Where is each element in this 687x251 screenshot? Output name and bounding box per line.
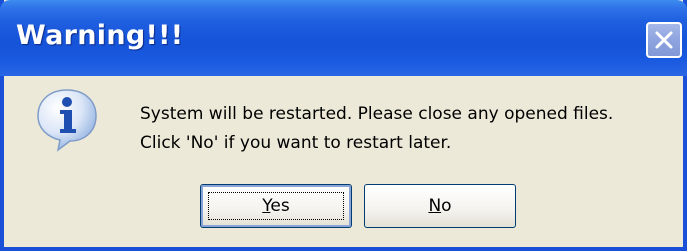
dialog-title: Warning!!!: [16, 20, 184, 51]
dialog-message: System will be restarted. Please close a…: [140, 100, 613, 158]
no-button[interactable]: No: [364, 184, 516, 228]
close-button[interactable]: [646, 22, 682, 58]
no-button-label: No: [428, 196, 452, 216]
info-icon: [37, 89, 97, 152]
title-bar[interactable]: Warning!!!: [0, 0, 687, 76]
warning-dialog: Warning!!! System will be restarted. Ple…: [0, 0, 687, 251]
message-line-1: System will be restarted. Please close a…: [140, 104, 614, 124]
yes-button-label: Yes: [262, 196, 290, 216]
message-line-2: Click 'No' if you want to restart later.: [140, 133, 452, 153]
yes-button[interactable]: Yes: [200, 184, 352, 228]
close-icon: [655, 31, 673, 49]
